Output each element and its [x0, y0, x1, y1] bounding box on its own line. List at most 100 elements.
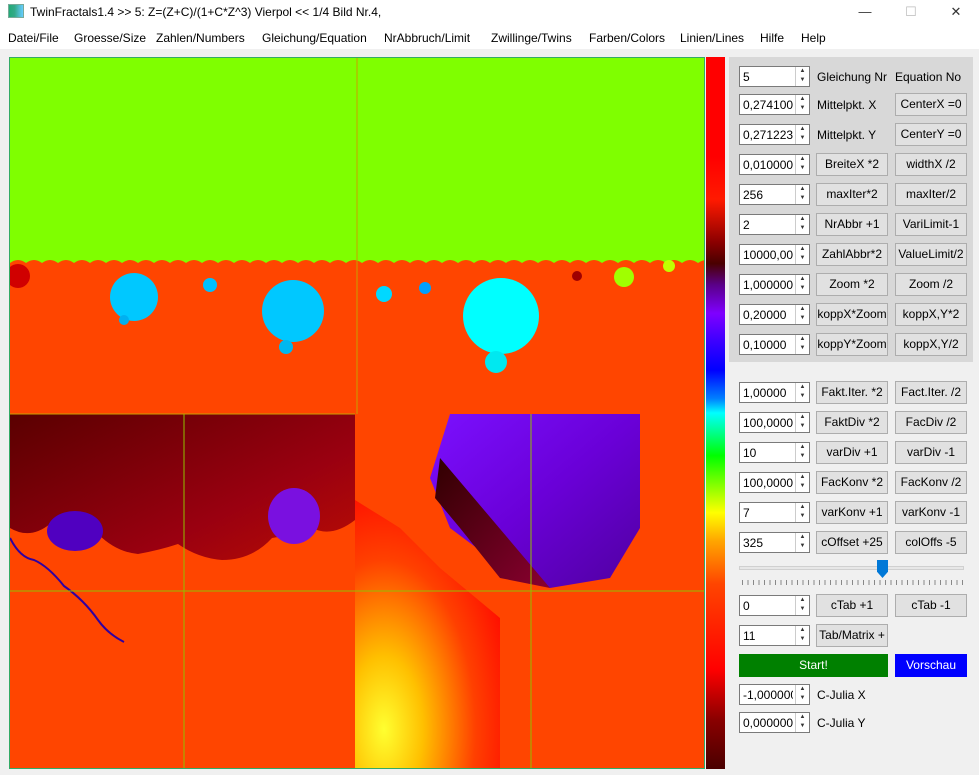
julia-x-spinbox[interactable]: -1,0000000 ▲▼: [739, 684, 810, 705]
julia-x-value[interactable]: -1,0000000: [743, 688, 793, 702]
valuelimit-half-button[interactable]: ValueLimit/2: [895, 243, 967, 266]
ctab-dec-button[interactable]: cTab -1: [895, 594, 967, 617]
minimize-button[interactable]: —: [842, 0, 888, 25]
zoom-half-button[interactable]: Zoom /2: [895, 273, 967, 296]
koppx-spinbox[interactable]: 0,20000 ▲ ▼: [739, 304, 810, 325]
maxiter-spinbox[interactable]: 256 ▲ ▼: [739, 184, 810, 205]
spin-arrows[interactable]: ▲ ▼: [795, 413, 809, 432]
koppxy-double-button[interactable]: koppX,Y*2: [895, 303, 967, 326]
koppx-value[interactable]: 0,20000: [743, 308, 793, 322]
menu-nrabbruch[interactable]: NrAbbruch/Limit: [384, 31, 470, 45]
spin-arrows[interactable]: ▲ ▼: [795, 503, 809, 522]
spin-arrows[interactable]: ▲ ▼: [795, 443, 809, 462]
menu-hilfe[interactable]: Hilfe: [760, 31, 784, 45]
menu-zwillinge[interactable]: Zwillinge/Twins: [491, 31, 572, 45]
fakt-iter-value[interactable]: 1,00000: [743, 386, 793, 400]
fac-konv-half-button[interactable]: FacKonv /2: [895, 471, 967, 494]
tabmatrix-inc-button[interactable]: Tab/Matrix +: [816, 624, 888, 647]
fac-konv-double-button[interactable]: FacKonv *2: [816, 471, 888, 494]
ctab-value[interactable]: 0: [743, 599, 793, 613]
spin-arrows[interactable]: ▲ ▼: [795, 713, 809, 732]
spin-arrows[interactable]: ▲ ▼: [795, 95, 809, 114]
maxiter-double-button[interactable]: maxIter*2: [816, 183, 888, 206]
spin-arrows[interactable]: ▲ ▼: [795, 275, 809, 294]
fac-konv-value[interactable]: 100,00000: [743, 476, 793, 490]
equation-spinbox[interactable]: 5 ▲ ▼: [739, 66, 810, 87]
zahlabbr-spinbox[interactable]: 10000,000 ▲▼: [739, 244, 810, 265]
koppx-zoom-button[interactable]: koppX*Zoom: [816, 303, 888, 326]
zahlabbr-double-button[interactable]: ZahlAbbr*2: [816, 243, 888, 266]
spin-arrows[interactable]: ▲ ▼: [795, 685, 809, 704]
fakt-iter-double-button[interactable]: Fakt.Iter. *2: [816, 381, 888, 404]
color-offset-value[interactable]: 325: [743, 536, 793, 550]
var-div-dec-button[interactable]: varDiv -1: [895, 441, 967, 464]
zoom-spinbox[interactable]: 1,0000000 ▲▼: [739, 274, 810, 295]
maxiter-value[interactable]: 256: [743, 188, 793, 202]
width-half-button[interactable]: widthX /2: [895, 153, 967, 176]
koppy-spinbox[interactable]: 0,10000 ▲ ▼: [739, 334, 810, 355]
tabmatrix-spinbox[interactable]: 11 ▲ ▼: [739, 625, 810, 646]
spin-arrows[interactable]: ▲ ▼: [795, 305, 809, 324]
close-button[interactable]: ✕: [933, 0, 979, 25]
var-konv-inc-button[interactable]: varKonv +1: [816, 501, 888, 524]
tabmatrix-value[interactable]: 11: [743, 629, 793, 643]
fakt-iter-spinbox[interactable]: 1,00000 ▲ ▼: [739, 382, 810, 403]
preview-button[interactable]: Vorschau: [895, 654, 967, 677]
color-offset-spinbox[interactable]: 325 ▲ ▼: [739, 532, 810, 553]
width-value[interactable]: 0,0100000: [743, 158, 793, 172]
nrabbr-spinbox[interactable]: 2 ▲ ▼: [739, 214, 810, 235]
color-offset-inc-button[interactable]: cOffset +25: [816, 531, 888, 554]
fact-iter-half-button[interactable]: Fact.Iter. /2: [895, 381, 967, 404]
color-slider-thumb[interactable]: [877, 560, 888, 578]
menu-linien[interactable]: Linien/Lines: [680, 31, 744, 45]
zoom-double-button[interactable]: Zoom *2: [816, 273, 888, 296]
color-offset-dec-button[interactable]: colOffs -5: [895, 531, 967, 554]
center-y-zero-button[interactable]: CenterY =0: [895, 123, 967, 146]
start-button[interactable]: Start!: [739, 654, 888, 677]
fakt-div-value[interactable]: 100,00000: [743, 416, 793, 430]
zoom-value[interactable]: 1,0000000: [743, 278, 793, 292]
center-x-value[interactable]: 0,2741007: [743, 98, 793, 112]
nrabbr-value[interactable]: 2: [743, 218, 793, 232]
maximize-button[interactable]: ☐: [888, 0, 934, 25]
koppy-zoom-button[interactable]: koppY*Zoom: [816, 333, 888, 356]
julia-y-spinbox[interactable]: 0,0000000 ▲▼: [739, 712, 810, 733]
center-y-value[interactable]: 0,2712230: [743, 128, 793, 142]
var-konv-dec-button[interactable]: varKonv -1: [895, 501, 967, 524]
koppy-value[interactable]: 0,10000: [743, 338, 793, 352]
menu-groesse[interactable]: Groesse/Size: [74, 31, 146, 45]
spin-arrows[interactable]: ▲ ▼: [795, 125, 809, 144]
spin-arrows[interactable]: ▲ ▼: [795, 215, 809, 234]
ctab-inc-button[interactable]: cTab +1: [816, 594, 888, 617]
spin-arrows[interactable]: ▲ ▼: [795, 335, 809, 354]
spin-arrows[interactable]: ▲ ▼: [795, 245, 809, 264]
spin-arrows[interactable]: ▲ ▼: [795, 473, 809, 492]
ctab-spinbox[interactable]: 0 ▲ ▼: [739, 595, 810, 616]
spin-arrows[interactable]: ▲ ▼: [795, 155, 809, 174]
menu-farben[interactable]: Farben/Colors: [589, 31, 665, 45]
spin-arrows[interactable]: ▲ ▼: [795, 626, 809, 645]
var-div-spinbox[interactable]: 10 ▲ ▼: [739, 442, 810, 463]
var-div-inc-button[interactable]: varDiv +1: [816, 441, 888, 464]
menu-gleichung[interactable]: Gleichung/Equation: [262, 31, 367, 45]
spin-arrows[interactable]: ▲ ▼: [795, 383, 809, 402]
var-konv-spinbox[interactable]: 7 ▲ ▼: [739, 502, 810, 523]
fakt-div-double-button[interactable]: FaktDiv *2: [816, 411, 888, 434]
spin-arrows[interactable]: ▲ ▼: [795, 533, 809, 552]
color-slider-track[interactable]: [739, 566, 964, 570]
center-x-spinbox[interactable]: 0,2741007 ▲▼: [739, 94, 810, 115]
spin-arrows[interactable]: ▲ ▼: [795, 596, 809, 615]
var-konv-value[interactable]: 7: [743, 506, 793, 520]
menu-help[interactable]: Help: [801, 31, 826, 45]
menu-zahlen[interactable]: Zahlen/Numbers: [156, 31, 245, 45]
var-div-value[interactable]: 10: [743, 446, 793, 460]
spin-arrows[interactable]: ▲ ▼: [795, 185, 809, 204]
zahlabbr-value[interactable]: 10000,000: [743, 248, 793, 262]
center-y-spinbox[interactable]: 0,2712230 ▲▼: [739, 124, 810, 145]
spin-arrows[interactable]: ▲ ▼: [795, 67, 809, 86]
julia-y-value[interactable]: 0,0000000: [743, 716, 793, 730]
nrabbr-inc-button[interactable]: NrAbbr +1: [816, 213, 888, 236]
fac-div-half-button[interactable]: FacDiv /2: [895, 411, 967, 434]
center-x-zero-button[interactable]: CenterX =0: [895, 93, 967, 116]
equation-value[interactable]: 5: [743, 70, 793, 84]
